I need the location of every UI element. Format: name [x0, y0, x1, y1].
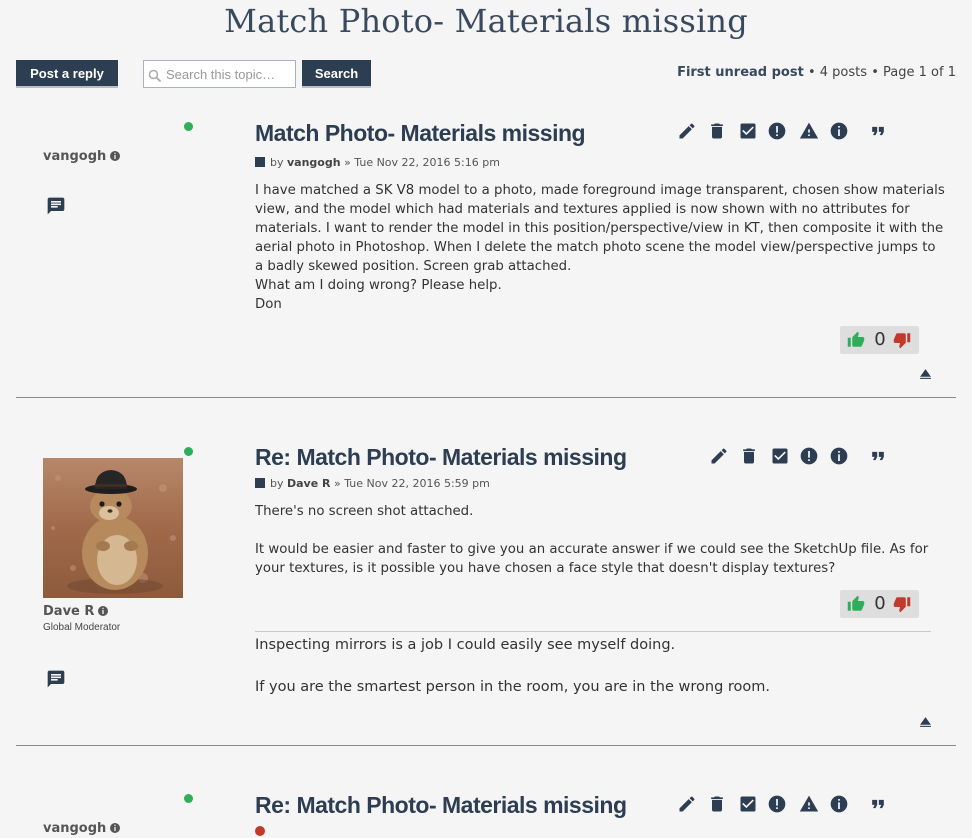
separator: •	[871, 65, 879, 80]
post-meta: by vangogh » Tue Nov 22, 2016 5:16 pm	[255, 156, 500, 169]
page-title: Match Photo- Materials missing	[224, 2, 748, 40]
vote-count: 0	[874, 329, 886, 350]
search-input[interactable]	[166, 65, 291, 83]
search-box	[143, 60, 296, 88]
page-label: Page	[883, 65, 915, 80]
post-meta-author[interactable]: Dave R	[287, 477, 330, 490]
info-icon[interactable]	[828, 445, 850, 467]
info-icon[interactable]	[828, 793, 850, 815]
separator: •	[807, 65, 816, 80]
post-meta: by Dave R » Tue Nov 22, 2016 5:59 pm	[255, 477, 490, 490]
search-icon	[148, 68, 162, 87]
post-link-icon[interactable]	[255, 157, 265, 167]
trash-icon[interactable]	[738, 445, 760, 467]
post-tools	[676, 120, 888, 142]
alert-circle-icon[interactable]	[798, 445, 820, 467]
post-link-icon[interactable]	[255, 478, 265, 488]
vote-widget: 0	[840, 326, 919, 354]
online-indicator	[184, 447, 193, 456]
checkbox-icon[interactable]	[769, 445, 791, 467]
pencil-icon[interactable]	[676, 120, 698, 142]
trash-icon[interactable]	[706, 793, 728, 815]
quote-icon[interactable]	[867, 793, 889, 815]
message-icon[interactable]	[46, 669, 66, 693]
page-current: 1	[918, 65, 927, 80]
message-icon[interactable]	[46, 196, 66, 220]
signature-divider	[255, 631, 931, 632]
post-title[interactable]: Match Photo- Materials missing	[255, 120, 586, 147]
page-of: of	[931, 65, 944, 80]
post-link-icon[interactable]	[255, 826, 265, 836]
post-tools	[676, 793, 888, 815]
post-title[interactable]: Re: Match Photo- Materials missing	[255, 444, 627, 471]
vote-widget: 0	[840, 590, 919, 618]
page-total: 1	[947, 65, 956, 80]
post-reply-button[interactable]: Post a reply	[16, 60, 118, 86]
pencil-icon[interactable]	[676, 793, 698, 815]
online-indicator	[184, 122, 193, 131]
post-count: 4 posts	[819, 65, 868, 80]
alert-circle-icon[interactable]	[766, 793, 788, 815]
quote-icon[interactable]	[867, 445, 889, 467]
vote-count: 0	[874, 593, 886, 614]
arrow-up-icon[interactable]	[919, 365, 932, 384]
post-meta-author[interactable]: vangogh	[287, 156, 341, 169]
online-indicator	[184, 794, 193, 803]
warning-icon[interactable]	[798, 120, 820, 142]
info-icon[interactable]	[109, 150, 121, 166]
info-icon[interactable]	[828, 120, 850, 142]
avatar[interactable]	[43, 458, 183, 598]
post-divider	[16, 745, 956, 746]
post-date: Tue Nov 22, 2016 5:59 pm	[344, 477, 490, 490]
arrow-up-icon[interactable]	[919, 713, 932, 732]
post-date: Tue Nov 22, 2016 5:16 pm	[354, 156, 500, 169]
post-title[interactable]: Re: Match Photo- Materials missing	[255, 792, 627, 819]
thumbs-down-icon[interactable]	[893, 595, 911, 617]
post-divider	[16, 397, 956, 398]
post-content: There's no screen shot attached. It woul…	[255, 504, 929, 576]
post-tools	[708, 445, 888, 467]
pagination: First unread post • 4 posts • Page 1 of …	[677, 65, 956, 80]
search-button[interactable]: Search	[302, 60, 371, 86]
thumbs-up-icon[interactable]	[847, 331, 865, 353]
post-author[interactable]: vangogh	[43, 149, 121, 166]
pencil-icon[interactable]	[708, 445, 730, 467]
thumbs-down-icon[interactable]	[893, 331, 911, 353]
info-icon[interactable]	[109, 822, 121, 838]
checkbox-icon[interactable]	[737, 793, 759, 815]
quote-icon[interactable]	[867, 120, 889, 142]
post-content: I have matched a SK V8 model to a photo,…	[255, 183, 945, 312]
trash-icon[interactable]	[706, 120, 728, 142]
checkbox-icon[interactable]	[737, 120, 759, 142]
first-unread-link[interactable]: First unread post	[677, 65, 804, 80]
info-icon[interactable]	[97, 605, 109, 621]
user-rank: Global Moderator	[43, 622, 121, 633]
signature: Inspecting mirrors is a job I could easi…	[255, 637, 770, 695]
thumbs-up-icon[interactable]	[847, 595, 865, 617]
post-meta	[255, 825, 270, 838]
warning-icon[interactable]	[798, 793, 820, 815]
alert-circle-icon[interactable]	[766, 120, 788, 142]
post-author[interactable]: Dave R	[43, 604, 109, 621]
